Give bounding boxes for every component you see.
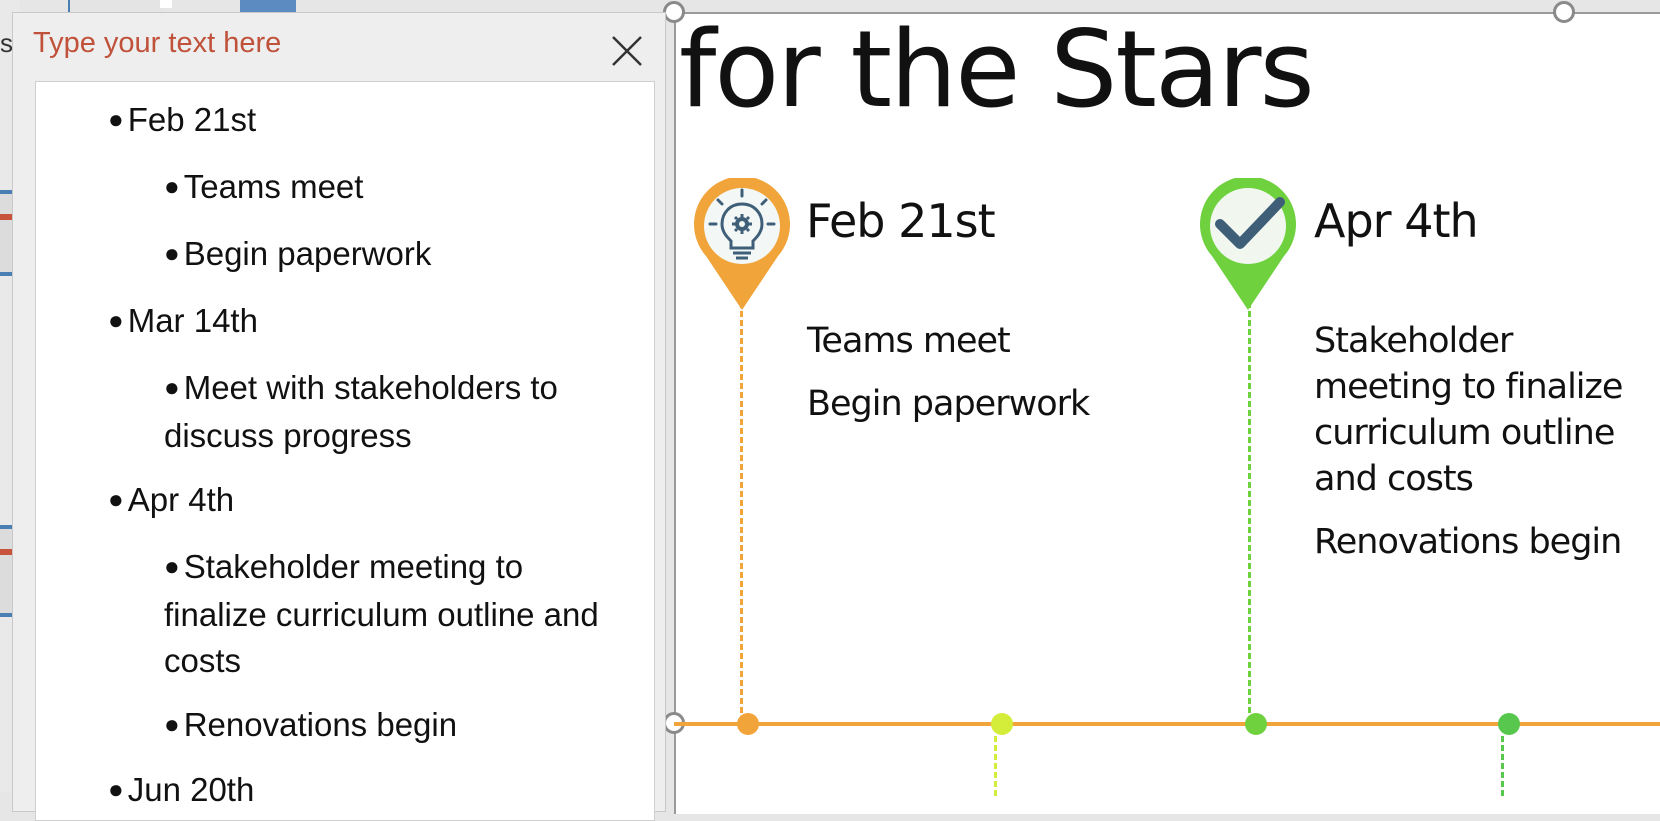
timeline-dot[interactable] bbox=[1245, 713, 1267, 735]
lightbulb-gear-icon[interactable] bbox=[692, 176, 792, 314]
slide-title[interactable]: for the Stars bbox=[679, 6, 1315, 133]
milestone-line: Teams meet bbox=[807, 321, 1011, 361]
milestone-line: Stakeholder meeting to finalize curricul… bbox=[1314, 321, 1623, 499]
slide-thumbnail[interactable] bbox=[0, 525, 12, 617]
text-pane-editor[interactable]: ● Feb 21st ● Teams meet ● Begin paperwork ●… bbox=[35, 81, 655, 821]
text-pane: Type your text here ● Feb 21st ● Teams mee… bbox=[12, 12, 666, 821]
list-item[interactable]: ● Feb 21st bbox=[108, 97, 256, 145]
list-item-text: Apr 4th bbox=[127, 481, 235, 518]
milestone-date[interactable]: Apr 4th bbox=[1314, 194, 1479, 248]
list-item[interactable]: ● Apr 4th bbox=[108, 477, 234, 525]
list-item-text: Mar 14th bbox=[127, 302, 258, 339]
list-item[interactable]: ● Stakeholder meeting to finalize curricu… bbox=[164, 544, 614, 684]
list-item[interactable]: ● Mar 14th bbox=[108, 298, 258, 346]
milestone-line: Begin paperwork bbox=[807, 384, 1090, 424]
list-item-text: Renovations begin bbox=[183, 706, 458, 743]
timeline-dot[interactable] bbox=[1498, 713, 1520, 735]
milestone-connector bbox=[740, 302, 743, 722]
selection-handle-top-left[interactable] bbox=[663, 1, 685, 23]
list-item[interactable]: ● Meet with stakeholders to discuss progr… bbox=[164, 365, 614, 459]
list-item[interactable]: ● Renovations begin bbox=[164, 702, 614, 750]
milestone-date[interactable]: Feb 21st bbox=[806, 194, 996, 248]
list-item-text: Teams meet bbox=[183, 168, 364, 205]
text-pane-title: Type your text here bbox=[33, 27, 282, 59]
milestone-line: Renovations begin bbox=[1314, 522, 1622, 562]
list-item-text: Feb 21st bbox=[127, 101, 257, 138]
milestone-connector bbox=[994, 736, 997, 796]
list-item-text: Begin paperwork bbox=[183, 235, 432, 272]
timeline-dot[interactable] bbox=[991, 713, 1013, 735]
list-item-text: Meet with stakeholders to discuss progre… bbox=[164, 369, 558, 454]
close-icon[interactable] bbox=[607, 31, 647, 71]
milestone-connector bbox=[1501, 736, 1504, 796]
list-item[interactable]: ● Begin paperwork bbox=[164, 231, 614, 279]
background-toolbar-fragment bbox=[160, 0, 172, 8]
timeline-dot[interactable] bbox=[737, 713, 759, 735]
milestone-connector bbox=[1248, 302, 1251, 722]
selection-handle-top-right[interactable] bbox=[1553, 1, 1575, 23]
list-item-text: Jun 20th bbox=[127, 771, 255, 808]
slide-thumbnail[interactable] bbox=[0, 190, 12, 276]
milestone-description[interactable]: Stakeholder meeting to finalize curricul… bbox=[1314, 318, 1644, 582]
list-item[interactable]: ● Teams meet bbox=[164, 164, 614, 212]
list-item[interactable]: ● Jun 20th bbox=[108, 767, 254, 815]
milestone-description[interactable]: Teams meet Begin paperwork bbox=[807, 318, 1207, 444]
checkmark-icon[interactable] bbox=[1198, 176, 1298, 314]
list-item-text: Stakeholder meeting to finalize curricul… bbox=[164, 548, 599, 679]
